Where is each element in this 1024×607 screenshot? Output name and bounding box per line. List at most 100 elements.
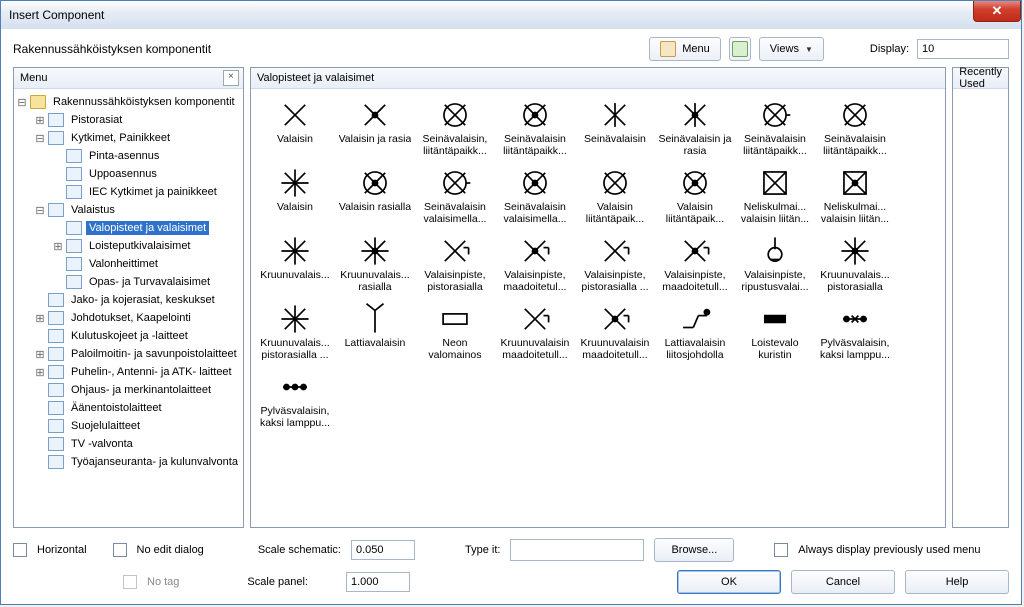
symbol-cell[interactable]: Seinävalaisin valaisimella...	[495, 165, 575, 225]
symbol-cell[interactable]: Valaisin liitäntäpaik...	[575, 165, 655, 225]
bottom-row-2: No tag Scale panel: OK Cancel Help	[13, 570, 1009, 594]
horizontal-checkbox[interactable]	[13, 543, 27, 557]
scale-schem-input[interactable]	[351, 540, 415, 560]
tree-item[interactable]: TV -valvonta	[16, 435, 241, 453]
expand-icon[interactable]: ⊟	[34, 132, 46, 145]
symbol-cell[interactable]: Valaisinpiste, ripustusvalai...	[735, 233, 815, 293]
symbol-cell[interactable]: Neliskulmai... valaisin liitän...	[815, 165, 895, 225]
symbol-cell[interactable]: Kruunuvalais... rasialla	[335, 233, 415, 293]
tree-item[interactable]: Valopisteet ja valaisimet	[16, 219, 241, 237]
expand-icon[interactable]: ⊞	[52, 240, 64, 253]
menu-icon	[660, 41, 676, 57]
tree-item[interactable]: Suojelulaitteet	[16, 417, 241, 435]
expand-icon[interactable]: ⊟	[16, 96, 28, 109]
views-button[interactable]: Views ▼	[759, 37, 824, 61]
symbol-cell[interactable]: Valaisinpiste, maadoitetul...	[495, 233, 575, 293]
symbol-icon	[271, 301, 319, 337]
symbol-cell[interactable]: Kruunuvalais... pistorasialla	[815, 233, 895, 293]
tree-close-button[interactable]: ×	[223, 70, 239, 86]
tree-header-label: Menu	[20, 72, 48, 84]
symbol-cell[interactable]: Pylväsvalaisin, kaksi lamppu...	[815, 301, 895, 361]
symbol-cell[interactable]: Valaisin ja rasia	[335, 97, 415, 157]
symbol-cell[interactable]: Kruunuvalais...	[255, 233, 335, 293]
symbol-cell[interactable]: Loistevalo kuristin	[735, 301, 815, 361]
component-icon	[66, 149, 82, 163]
tree-item[interactable]: Uppoasennus	[16, 165, 241, 183]
cancel-button[interactable]: Cancel	[791, 570, 895, 594]
tree-item[interactable]: Kulutuskojeet ja -laitteet	[16, 327, 241, 345]
symbol-cell[interactable]: Neliskulmai... valaisin liitän...	[735, 165, 815, 225]
grid-body[interactable]: ValaisinValaisin ja rasiaSeinävalaisin, …	[251, 89, 945, 527]
tree-body[interactable]: ⊟Rakennussähköistyksen komponentit⊞Pisto…	[14, 89, 243, 527]
tree-item[interactable]: Opas- ja Turvavalaisimet	[16, 273, 241, 291]
browse-button[interactable]: Browse...	[654, 538, 734, 562]
symbol-cell[interactable]: Valaisinpiste, maadoitetull...	[655, 233, 735, 293]
symbol-cell[interactable]: Lattiavalaisin	[335, 301, 415, 361]
symbol-cell[interactable]: Seinävalaisin liitäntäpaikk...	[735, 97, 815, 157]
noedit-checkbox[interactable]	[113, 543, 127, 557]
tree-item[interactable]: ⊟Kytkimet, Painikkeet	[16, 129, 241, 147]
symbol-caption: Neliskulmai... valaisin liitän...	[735, 201, 815, 225]
menu-aux-button[interactable]	[729, 37, 751, 61]
help-button[interactable]: Help	[905, 570, 1009, 594]
symbol-caption: Kruunuvalais...	[260, 269, 329, 281]
tree-item[interactable]: Pinta-asennus	[16, 147, 241, 165]
symbol-cell[interactable]: Lattiavalaisin liitosjohdolla	[655, 301, 735, 361]
expand-icon[interactable]: ⊞	[34, 114, 46, 127]
symbol-cell[interactable]: Valaisin rasialla	[335, 165, 415, 225]
tree-item[interactable]: ⊞Loisteputkivalaisimet	[16, 237, 241, 255]
tree-item[interactable]: ⊞Paloilmoitin- ja savunpoistolaitteet	[16, 345, 241, 363]
window-title: Insert Component	[9, 8, 104, 22]
tree-item[interactable]: ⊟Valaistus	[16, 201, 241, 219]
expand-icon[interactable]: ⊞	[34, 348, 46, 361]
typeit-input[interactable]	[510, 539, 644, 561]
symbol-cell[interactable]: Valaisin	[255, 165, 335, 225]
symbol-cell[interactable]: Neon valomainos	[415, 301, 495, 361]
tree-item[interactable]: ⊟Rakennussähköistyksen komponentit	[16, 93, 241, 111]
component-icon	[66, 275, 82, 289]
symbol-cell[interactable]: Seinävalaisin, liitäntäpaikk...	[415, 97, 495, 157]
tree-item[interactable]: Jako- ja kojerasiat, keskukset	[16, 291, 241, 309]
symbol-icon	[431, 165, 479, 201]
tree-item[interactable]: ⊞Johdotukset, Kaapelointi	[16, 309, 241, 327]
symbol-cell[interactable]: Valaisin liitäntäpaik...	[655, 165, 735, 225]
ok-button-label: OK	[721, 576, 737, 588]
expand-icon[interactable]: ⊟	[34, 204, 46, 217]
expand-icon[interactable]: ⊞	[34, 312, 46, 325]
symbol-cell[interactable]: Seinävalaisin liitäntäpaikk...	[815, 97, 895, 157]
expand-icon[interactable]: ⊞	[34, 366, 46, 379]
menu-button[interactable]: Menu	[649, 37, 721, 61]
symbol-cell[interactable]: Seinävalaisin liitäntäpaikk...	[495, 97, 575, 157]
tree-item[interactable]: Äänentoistolaitteet	[16, 399, 241, 417]
symbol-cell[interactable]: Seinävalaisin	[575, 97, 655, 157]
tree-item[interactable]: IEC Kytkimet ja painikkeet	[16, 183, 241, 201]
symbol-icon	[591, 233, 639, 269]
scale-panel-input[interactable]	[346, 572, 410, 592]
symbol-cell[interactable]: Kruunuvalaisin maadoitetull...	[495, 301, 575, 361]
symbol-cell[interactable]: Seinävalaisin ja rasia	[655, 97, 735, 157]
symbol-cell[interactable]: Kruunuvalais... pistorasialla ...	[255, 301, 335, 361]
symbol-caption: Valaisinpiste, maadoitetull...	[655, 269, 735, 293]
ok-button[interactable]: OK	[677, 570, 781, 594]
symbol-icon	[751, 301, 799, 337]
tree-item[interactable]: Ohjaus- ja merkinantolaitteet	[16, 381, 241, 399]
symbol-caption: Loistevalo kuristin	[735, 337, 815, 361]
tree-item[interactable]: Työajanseuranta- ja kulunvalvonta	[16, 453, 241, 471]
close-button[interactable]: ✕	[973, 1, 1021, 22]
symbol-cell[interactable]: Kruunuvalaisin maadoitetull...	[575, 301, 655, 361]
always-checkbox[interactable]	[774, 543, 788, 557]
tree-item[interactable]: Valonheittimet	[16, 255, 241, 273]
symbol-cell[interactable]: Seinävalaisin valaisimella...	[415, 165, 495, 225]
symbol-caption: Seinävalaisin	[584, 133, 646, 145]
symbol-cell[interactable]: Valaisinpiste, pistorasialla ...	[575, 233, 655, 293]
symbol-caption: Seinävalaisin ja rasia	[655, 133, 735, 157]
tree-item[interactable]: ⊞Puhelin-, Antenni- ja ATK- laitteet	[16, 363, 241, 381]
symbol-cell[interactable]: Valaisin	[255, 97, 335, 157]
tree-item[interactable]: ⊞Pistorasiat	[16, 111, 241, 129]
symbol-cell[interactable]: Valaisinpiste, pistorasialla	[415, 233, 495, 293]
recent-header: Recently Used	[953, 68, 1008, 89]
symbol-cell[interactable]: Pylväsvalaisin, kaksi lamppu...	[255, 369, 335, 429]
tree-item-label: Valopisteet ja valaisimet	[86, 221, 209, 235]
display-input[interactable]	[917, 39, 1009, 59]
symbol-caption: Kruunuvalais... rasialla	[335, 269, 415, 293]
